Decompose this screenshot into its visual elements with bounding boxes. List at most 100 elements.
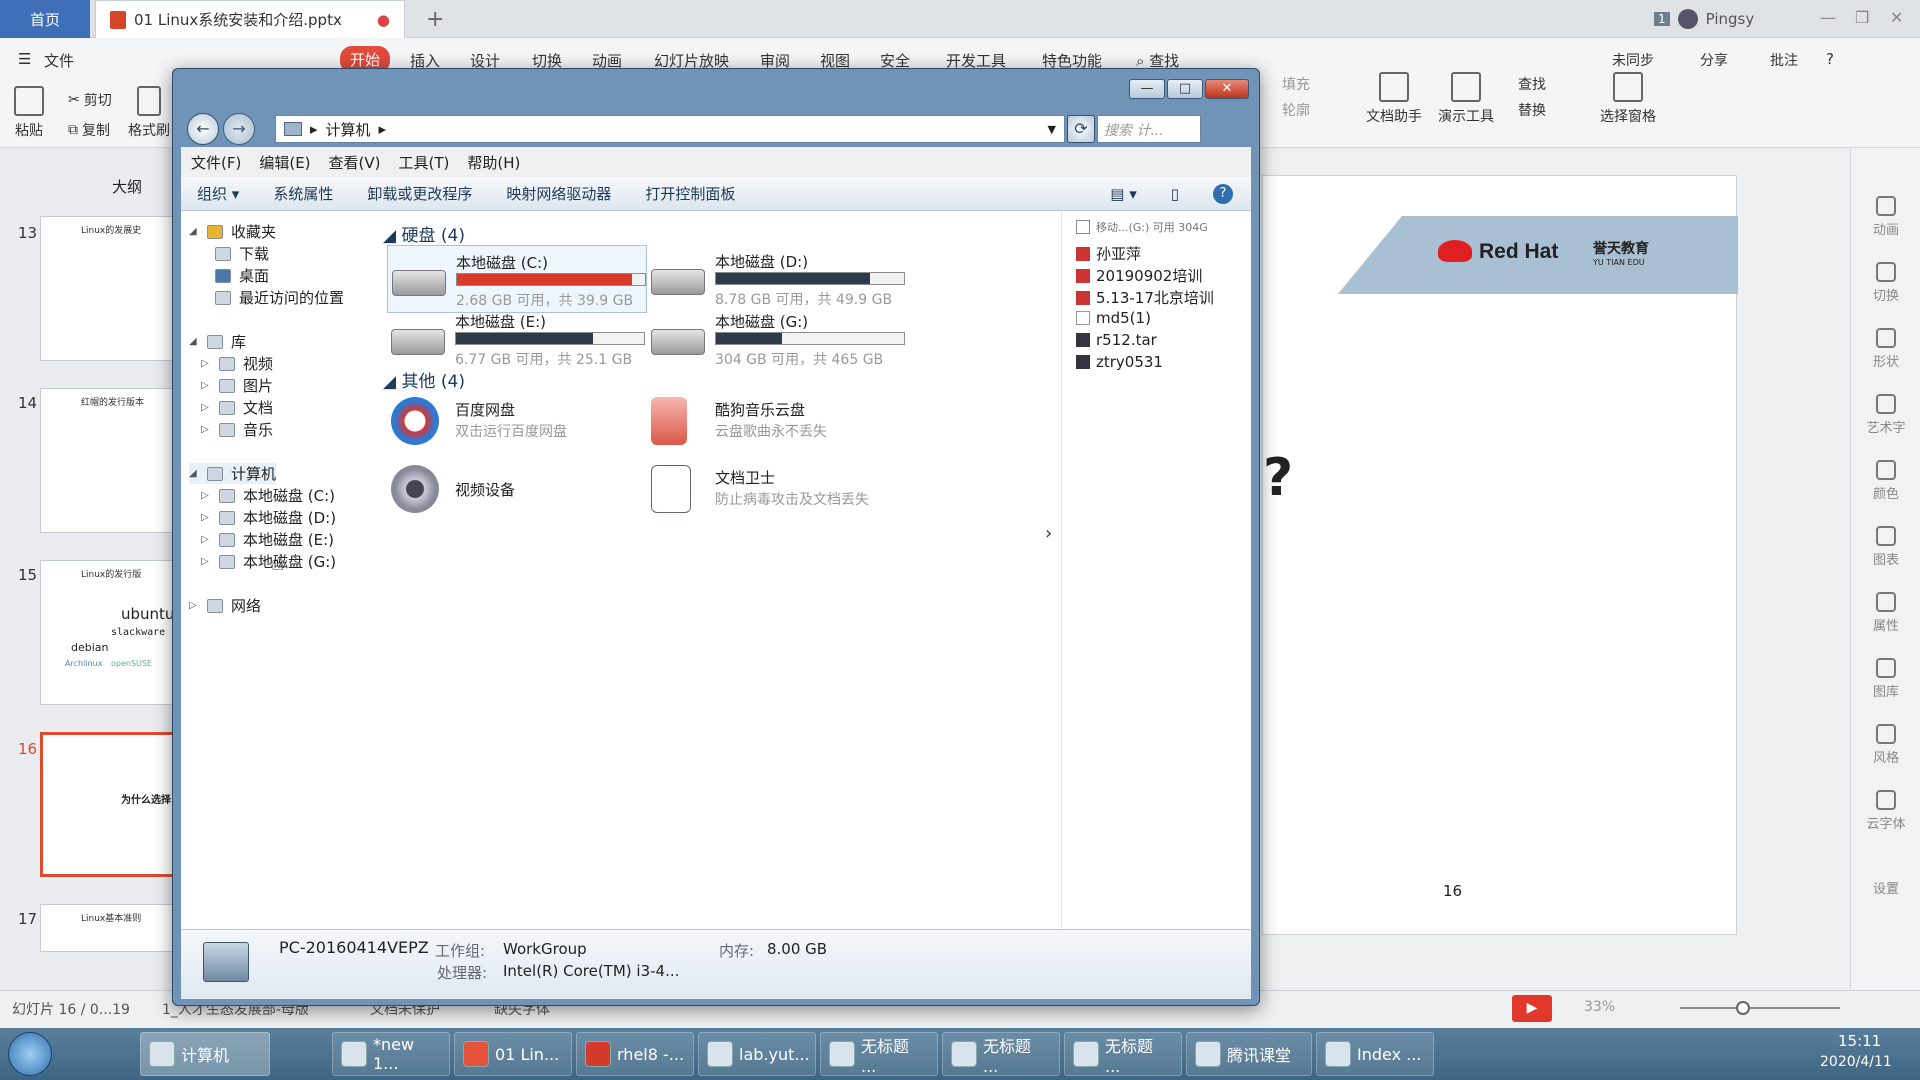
nav-desktop[interactable]: 桌面 bbox=[215, 265, 269, 286]
menu-view[interactable]: 查看(V) bbox=[329, 152, 381, 173]
other-item[interactable]: 百度网盘 双击运行百度网盘 bbox=[387, 393, 647, 453]
view-options-icon[interactable]: ▤ ▾ bbox=[1110, 185, 1136, 203]
group-header-other[interactable]: ◢ 其他 (4) bbox=[383, 367, 465, 392]
refresh-button[interactable]: ⟳ bbox=[1067, 115, 1095, 143]
nav-documents[interactable]: ▷ 文档 bbox=[201, 397, 273, 418]
help-icon[interactable]: ? bbox=[1213, 183, 1233, 204]
nav-computer[interactable]: ◢ 计算机 bbox=[189, 463, 277, 484]
doc-assistant-button[interactable]: 文档助手 bbox=[1366, 72, 1422, 126]
new-tab-button[interactable]: + bbox=[412, 0, 458, 38]
sidebar-gallery[interactable]: 图库 bbox=[1851, 658, 1920, 700]
sidebar-properties[interactable]: 属性 bbox=[1851, 592, 1920, 634]
other-item[interactable]: 酷狗音乐云盘 云盘歌曲永不丢失 bbox=[647, 393, 907, 453]
group-header-disks[interactable]: ◢ 硬盘 (4) bbox=[383, 221, 465, 246]
slide-thumbnail-14[interactable]: 红帽的发行版本 bbox=[40, 388, 180, 533]
nav-pictures[interactable]: ▷ 图片 bbox=[201, 375, 273, 396]
system-properties-button[interactable]: 系统属性 bbox=[273, 183, 333, 204]
format-painter-button[interactable]: 格式刷 bbox=[128, 86, 170, 140]
outline-tab[interactable]: 大纲 bbox=[112, 176, 142, 197]
address-field[interactable]: ▸ 计算机 ▸ ▼ bbox=[275, 115, 1065, 143]
zoom-level[interactable]: 33% bbox=[1584, 999, 1615, 1015]
file-menu[interactable]: 文件 bbox=[44, 50, 74, 71]
fill-button[interactable]: 填充 bbox=[1282, 74, 1310, 94]
nav-videos[interactable]: ▷ 视频 bbox=[201, 353, 273, 374]
search-input[interactable]: 搜索 计... bbox=[1097, 115, 1201, 143]
cut-button[interactable]: ✂ 剪切 bbox=[68, 90, 112, 110]
expand-icon[interactable]: ▷ bbox=[201, 402, 211, 413]
sidebar-transition[interactable]: 切换 bbox=[1851, 262, 1920, 304]
menu-edit[interactable]: 编辑(E) bbox=[259, 152, 310, 173]
selection-pane-button[interactable]: 选择窗格 bbox=[1600, 72, 1656, 126]
start-button[interactable] bbox=[8, 1032, 52, 1076]
expand-icon[interactable]: ▷ bbox=[189, 600, 199, 611]
preview-pane-icon[interactable]: ▯ bbox=[1171, 185, 1179, 203]
expand-icon[interactable]: ▷ bbox=[201, 490, 211, 501]
sidebar-wordart[interactable]: 艺术字 bbox=[1851, 394, 1920, 436]
document-tab[interactable]: 01 Linux系统安装和介绍.pptx ● bbox=[95, 0, 405, 38]
uninstall-program-button[interactable]: 卸载或更改程序 bbox=[367, 183, 472, 204]
help-icon[interactable]: ? bbox=[1826, 50, 1834, 68]
other-item[interactable]: 视频设备 bbox=[387, 461, 647, 521]
menu-tools[interactable]: 工具(T) bbox=[399, 152, 450, 173]
forward-button[interactable]: → bbox=[223, 113, 255, 145]
copy-button[interactable]: ⧉ 复制 bbox=[68, 120, 110, 140]
sidebar-animation[interactable]: 动画 bbox=[1851, 196, 1920, 238]
find-button[interactable]: 查找 bbox=[1518, 74, 1546, 94]
expand-icon[interactable]: ▷ bbox=[201, 424, 211, 435]
breadcrumb[interactable]: 计算机 bbox=[326, 119, 371, 140]
drive-tile[interactable]: 本地磁盘 (E:) 6.77 GB 可用，共 25.1 GB bbox=[387, 305, 647, 373]
expand-icon[interactable]: ▷ bbox=[201, 534, 211, 545]
nav-downloads[interactable]: 下载 bbox=[215, 243, 269, 264]
slide-thumbnail-17[interactable]: Linux基本准则 bbox=[40, 904, 180, 952]
expand-icon[interactable]: ▷ bbox=[201, 358, 211, 369]
sidebar-settings[interactable]: 设置 bbox=[1851, 878, 1920, 897]
zoom-slider-thumb[interactable] bbox=[1736, 1001, 1750, 1015]
user-area[interactable]: 1 Pingsy bbox=[1640, 0, 1768, 38]
sidebar-shape[interactable]: 形状 bbox=[1851, 328, 1920, 370]
nav-drive-c[interactable]: ▷ 本地磁盘 (C:) bbox=[201, 485, 335, 506]
sidebar-chart[interactable]: 图表 bbox=[1851, 526, 1920, 568]
taskbar-item-tencent-class[interactable]: 腾讯课堂 bbox=[1186, 1032, 1312, 1076]
maximize-button[interactable]: □ bbox=[1167, 79, 1203, 99]
clock-time[interactable]: 15:11 bbox=[1838, 1032, 1881, 1050]
paste-button[interactable]: 粘贴 bbox=[14, 86, 44, 140]
taskbar-item-paint-1[interactable]: 无标题 ... bbox=[820, 1032, 938, 1076]
taskbar-item-wps[interactable]: 01 Lin... bbox=[454, 1032, 572, 1076]
collapse-icon[interactable]: ◢ bbox=[189, 336, 199, 347]
window-titlebar[interactable]: — □ ✕ bbox=[173, 69, 1259, 113]
drive-tile[interactable]: 本地磁盘 (C:) 2.68 GB 可用，共 39.9 GB bbox=[387, 245, 647, 313]
zoom-slider[interactable] bbox=[1680, 1001, 1840, 1015]
replace-button[interactable]: 替换 bbox=[1518, 100, 1546, 120]
sidebar-style[interactable]: 风格 bbox=[1851, 724, 1920, 766]
sync-status[interactable]: 未同步 bbox=[1612, 50, 1654, 70]
nav-drive-e[interactable]: ▷ 本地磁盘 (E:) bbox=[201, 529, 334, 550]
minimize-icon[interactable]: — bbox=[1820, 8, 1836, 27]
outline-button[interactable]: 轮廓 bbox=[1282, 100, 1310, 120]
clock-date[interactable]: 2020/4/11 bbox=[1820, 1054, 1892, 1070]
taskbar-item-paint-3[interactable]: 无标题 ... bbox=[1064, 1032, 1182, 1076]
close-button[interactable]: ✕ bbox=[1205, 79, 1249, 99]
menu-file[interactable]: 文件(F) bbox=[191, 152, 241, 173]
expand-preview-chevron-icon[interactable]: › bbox=[1045, 523, 1052, 544]
drive-tile[interactable]: 本地磁盘 (D:) 8.78 GB 可用，共 49.9 GB bbox=[647, 245, 907, 313]
organize-button[interactable]: 组织 ▾ bbox=[197, 183, 239, 204]
nav-music[interactable]: ▷ 音乐 bbox=[201, 419, 273, 440]
close-icon[interactable]: ✕ bbox=[1890, 8, 1903, 27]
preview-item[interactable]: ztry0531 bbox=[1076, 353, 1163, 371]
slide-thumbnail-15[interactable]: Linux的发行版 ubuntu slackware debian Archli… bbox=[40, 560, 180, 705]
open-control-panel-button[interactable]: 打开控制面板 bbox=[645, 183, 735, 204]
address-dropdown-icon[interactable]: ▼ bbox=[1048, 123, 1056, 136]
collapse-icon[interactable]: ◢ bbox=[189, 468, 199, 479]
taskbar-item-paint-2[interactable]: 无标题 ... bbox=[942, 1032, 1060, 1076]
expand-icon[interactable]: ▷ bbox=[201, 556, 211, 567]
preview-item[interactable]: md5(1) bbox=[1076, 309, 1151, 327]
close-tab-icon[interactable]: ● bbox=[377, 11, 390, 29]
slide-canvas[interactable]: Red Hat 誉天教育 YU TIAN EDU ? 16 bbox=[1262, 175, 1738, 935]
hamburger-icon[interactable]: ☰ bbox=[18, 50, 31, 68]
sidebar-color[interactable]: 颜色 bbox=[1851, 460, 1920, 502]
nav-drive-g[interactable]: ▷ 本地磁盘 (G:) bbox=[201, 551, 336, 572]
preview-item[interactable]: 孙亚萍 bbox=[1076, 243, 1141, 264]
nav-drive-d[interactable]: ▷ 本地磁盘 (D:) bbox=[201, 507, 336, 528]
preview-item[interactable]: 20190902培训 bbox=[1076, 265, 1202, 286]
slide-thumbnail-16[interactable]: 为什么选择 bbox=[40, 732, 180, 877]
